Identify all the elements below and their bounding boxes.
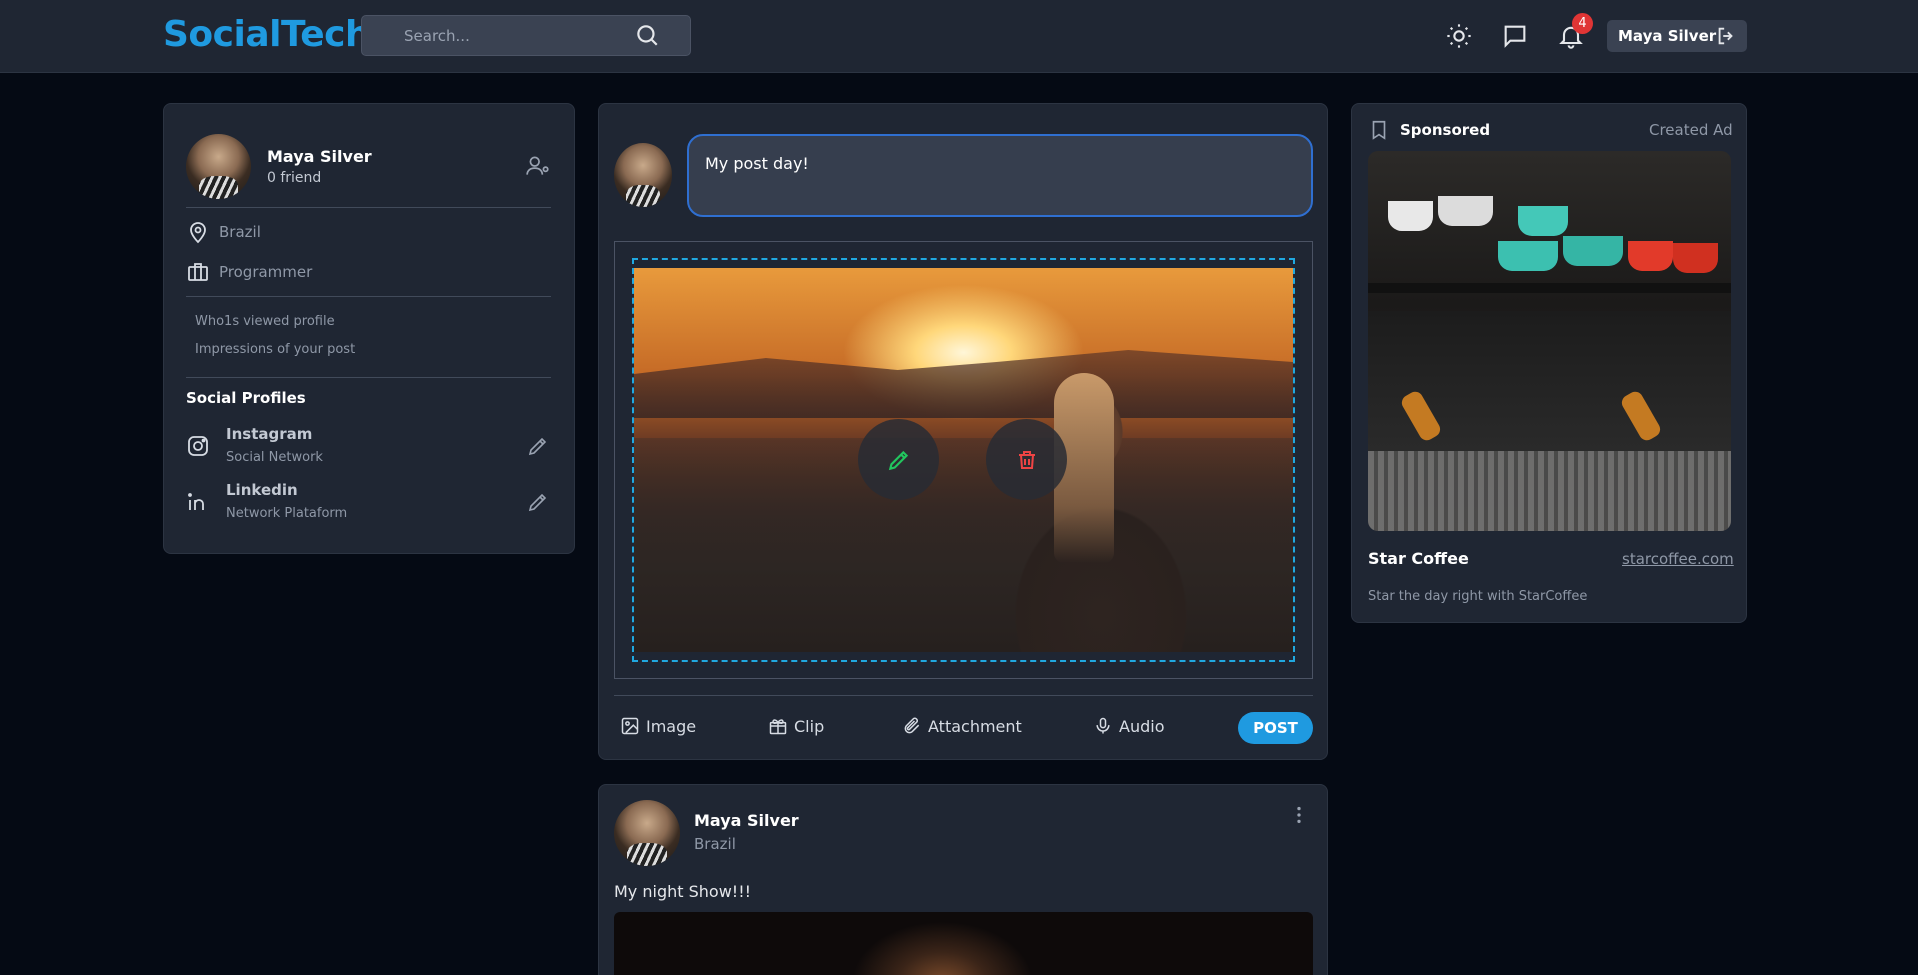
- audio-action-label: Audio: [1119, 716, 1165, 736]
- add-clip-button[interactable]: Clip: [768, 716, 824, 736]
- chat-icon[interactable]: [1501, 22, 1529, 50]
- briefcase-icon: [188, 263, 208, 281]
- created-ad-link[interactable]: Created Ad: [1649, 121, 1733, 139]
- app-logo[interactable]: SocialTech: [163, 14, 371, 55]
- feed-post-text: My night Show!!!: [614, 882, 752, 901]
- profile-stat-viewed[interactable]: Who1s viewed profile: [195, 314, 335, 329]
- composer-avatar: [614, 143, 672, 207]
- instagram-icon: [188, 436, 208, 456]
- edit-image-button[interactable]: [858, 419, 939, 500]
- paperclip-icon: [904, 717, 920, 734]
- microphone-icon: [1096, 717, 1110, 734]
- profile-friends: 0 friend: [267, 170, 322, 186]
- bookmark-icon: [1372, 120, 1386, 140]
- attachment-action-label: Attachment: [928, 716, 1022, 736]
- clip-action-label: Clip: [794, 716, 825, 736]
- user-menu-button[interactable]: Maya Silver: [1607, 20, 1747, 52]
- social-profiles-title: Social Profiles: [186, 389, 306, 407]
- trash-icon: [1018, 450, 1035, 469]
- profile-occupation: Programmer: [219, 263, 313, 281]
- edit-linkedin-icon[interactable]: [526, 490, 550, 514]
- divider: [186, 207, 551, 208]
- ad-website-link[interactable]: starcoffee.com: [1622, 550, 1734, 568]
- image-icon: [621, 717, 639, 735]
- feed-post-location: Brazil: [694, 835, 736, 853]
- divider: [186, 296, 551, 297]
- add-audio-button[interactable]: Audio: [1093, 716, 1164, 736]
- sun-icon[interactable]: [1445, 22, 1473, 50]
- feed-post-author[interactable]: Maya Silver: [694, 811, 799, 830]
- gift-icon: [769, 719, 787, 735]
- divider: [186, 377, 551, 378]
- location-icon: [190, 222, 206, 244]
- profile-stat-impressions[interactable]: Impressions of your post: [195, 342, 355, 357]
- search-input[interactable]: [376, 24, 636, 48]
- social-linkedin-sub: Network Plataform: [226, 506, 348, 521]
- ad-image[interactable]: [1368, 151, 1731, 531]
- logout-icon[interactable]: [1715, 25, 1737, 47]
- post-text-input[interactable]: My post day!: [687, 134, 1313, 217]
- social-instagram-name[interactable]: Instagram: [226, 425, 312, 443]
- notification-badge: 4: [1572, 13, 1593, 34]
- social-instagram-sub: Social Network: [226, 450, 323, 465]
- ad-title[interactable]: Star Coffee: [1368, 549, 1469, 568]
- manage-friends-icon[interactable]: [525, 153, 551, 179]
- image-action-label: Image: [646, 716, 697, 736]
- profile-avatar[interactable]: [186, 134, 251, 199]
- ad-description: Star the day right with StarCoffee: [1368, 589, 1588, 604]
- edit-instagram-icon[interactable]: [526, 434, 550, 458]
- user-name: Maya Silver: [1618, 27, 1717, 45]
- search-icon[interactable]: [634, 22, 660, 48]
- feed-post-image[interactable]: [614, 912, 1313, 975]
- pencil-icon: [888, 450, 908, 470]
- profile-location: Brazil: [219, 223, 261, 241]
- uploaded-image-preview: [634, 268, 1293, 652]
- social-linkedin-name[interactable]: Linkedin: [226, 481, 298, 499]
- profile-name[interactable]: Maya Silver: [267, 147, 372, 166]
- sponsored-label: Sponsored: [1400, 121, 1491, 139]
- add-image-button[interactable]: Image: [620, 716, 696, 736]
- more-options-icon[interactable]: [1288, 804, 1310, 826]
- divider: [614, 695, 1313, 696]
- add-attachment-button[interactable]: Attachment: [902, 716, 1022, 736]
- post-button[interactable]: POST: [1238, 712, 1313, 744]
- top-navigation-bar: SocialTech 4 Maya Silver: [0, 0, 1918, 73]
- delete-image-button[interactable]: [986, 419, 1067, 500]
- feed-post-avatar[interactable]: [614, 800, 680, 866]
- linkedin-icon: [188, 493, 204, 510]
